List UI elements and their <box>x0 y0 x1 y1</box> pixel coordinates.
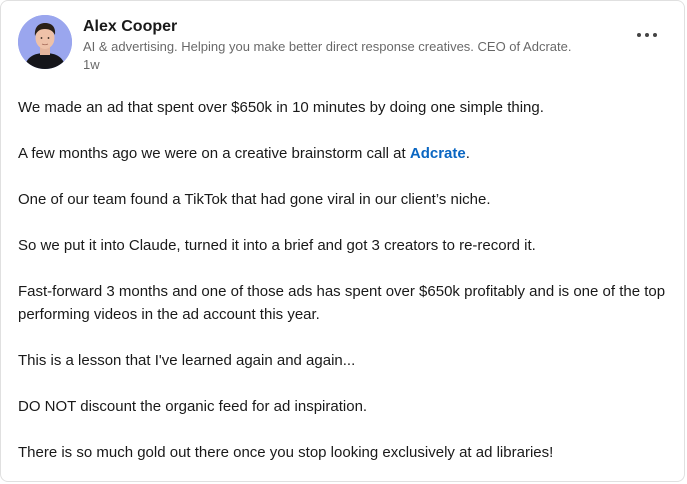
author-name[interactable]: Alex Cooper <box>83 16 608 38</box>
post-card: Alex Cooper AI & advertising. Helping yo… <box>0 0 685 482</box>
post-paragraph: A few months ago we were on a creative b… <box>18 142 670 165</box>
post-text: A few months ago we were on a creative b… <box>18 145 410 162</box>
post-timestamp: 1w <box>83 57 100 72</box>
more-options-button[interactable] <box>630 23 664 47</box>
post-paragraph: This is a lesson that I've learned again… <box>18 352 356 369</box>
author-avatar[interactable] <box>18 15 72 69</box>
post-header: Alex Cooper AI & advertising. Helping yo… <box>18 15 668 79</box>
post-paragraph: DO NOT discount the organic feed for ad … <box>18 398 368 415</box>
post-paragraph: So we put it into Claude, turned it into… <box>18 237 536 254</box>
post-paragraph: There is so much gold out there once you… <box>18 444 554 461</box>
post-body: We made an ad that spent over $650k in 1… <box>18 96 670 481</box>
post-paragraph: Fast-forward 3 months and one of those a… <box>18 283 666 323</box>
author-headline: AI & advertising. Helping you make bette… <box>83 39 572 54</box>
avatar-image <box>18 15 72 69</box>
post-paragraph: One of our team found a TikTok that had … <box>18 191 491 208</box>
more-horizontal-icon <box>637 33 657 37</box>
post-paragraph: We made an ad that spent over $650k in 1… <box>18 99 544 116</box>
author-meta: Alex Cooper AI & advertising. Helping yo… <box>83 16 608 73</box>
company-link-adcrate[interactable]: Adcrate <box>410 145 466 162</box>
post-text: . <box>465 145 470 162</box>
